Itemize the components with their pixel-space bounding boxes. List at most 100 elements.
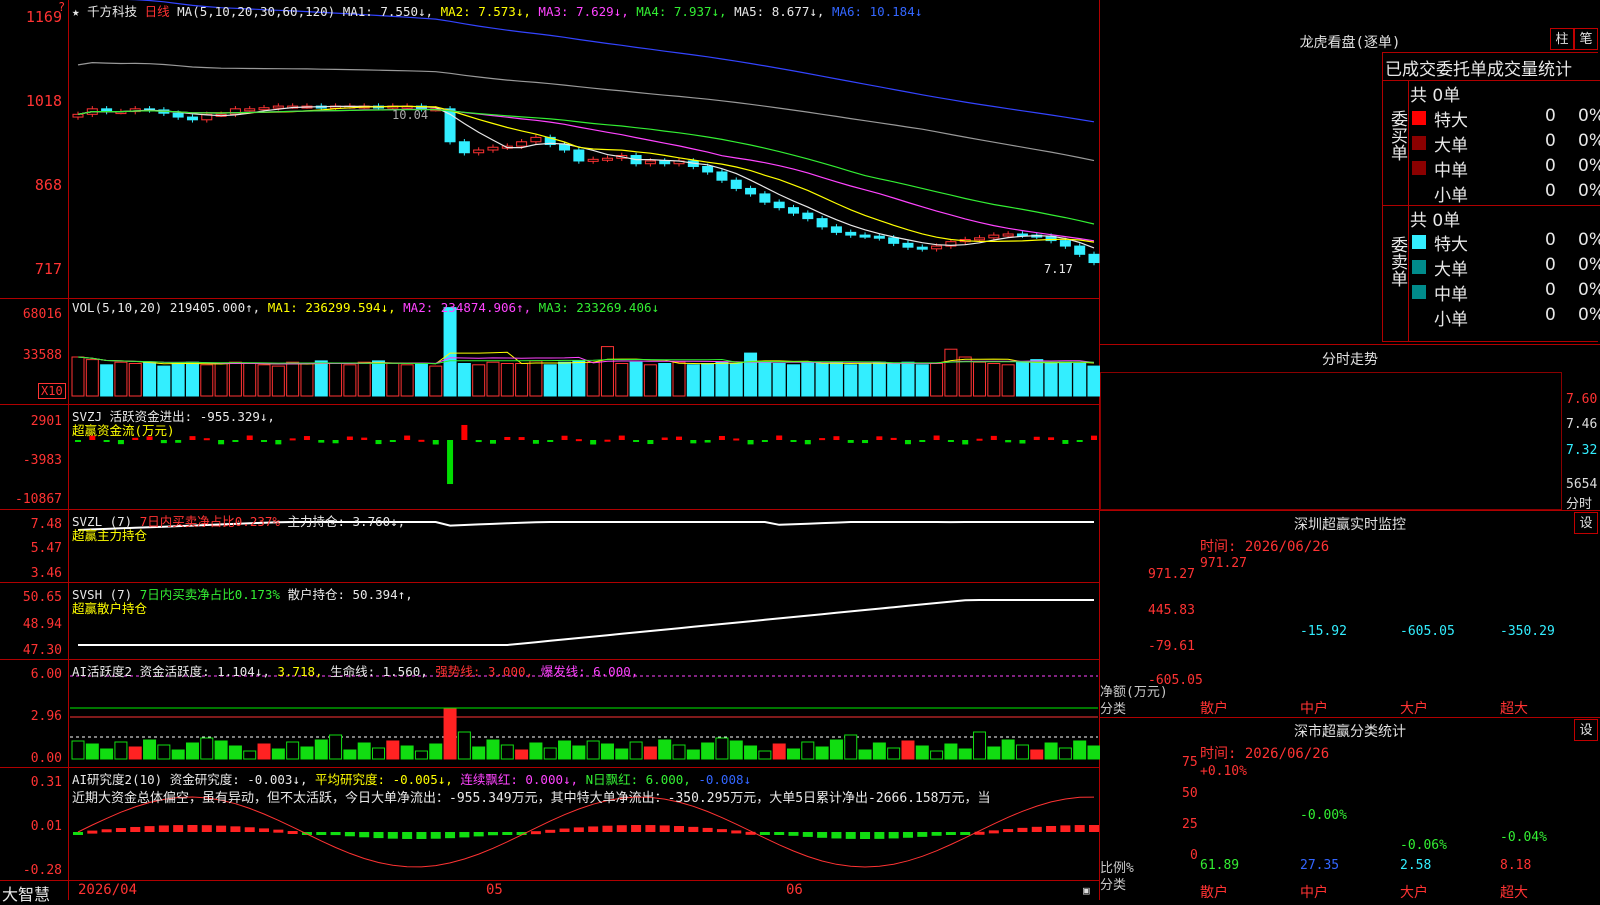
ai-research-bar [774,832,785,835]
ai-active-bar [701,742,715,760]
ai-research-text: 近期大资金总体偏空，虽有异动，但不太活跃，今日大单净流出：-955.349万元，… [72,791,991,806]
stroke-mode-button[interactable]: 笔 [1574,28,1598,50]
buy-swatch-0 [1412,111,1426,125]
candle-body [644,160,656,165]
candle-body [773,201,785,209]
volume-bar [85,359,99,397]
ai-active-bar [243,750,257,760]
mon-bar-label-4: -350.29 [1500,624,1555,639]
ai-active-bar [529,742,543,760]
candle-body [730,179,742,189]
ma-line-1 [77,105,1095,249]
volume-bar [600,346,614,397]
ai-active-bar [1015,744,1029,760]
svzj-bar [303,436,310,440]
brand-logo[interactable]: 大智慧 [2,881,50,905]
ai-research-bar [917,832,928,837]
ai-research-bar [1003,829,1014,833]
vol-unit[interactable]: X10 [38,383,66,399]
svzj-bar [332,440,339,444]
ai-active-bar [930,750,944,760]
ai-active-bar [71,740,85,760]
svzj-bar [1033,436,1040,440]
candle-body [845,231,857,236]
ai-active-bar [400,745,414,760]
ai-research-bar [344,832,355,837]
ai-active-bar [772,743,786,760]
buy-pct-0: 0% [1578,106,1600,126]
svzj-bar [1091,435,1097,440]
candle-body [787,207,799,214]
ai-active-bar [944,743,958,760]
ma1-value: MA1: 7.550↓, [342,4,434,19]
cls-bottom-3: 2.58 [1400,858,1432,873]
ai-research-bar [588,826,599,832]
mon-cls-label: 分类 [1100,702,1127,717]
bar-mode-button[interactable]: 柱 [1550,28,1574,50]
ai-active-a: 资金活跃度: 1.104↓, [139,664,270,679]
svzj-bar [346,436,353,440]
ai-active-bar [114,741,128,760]
volume-bar [300,363,314,397]
ai-research-bar [1060,825,1071,832]
svzj-bar [1019,440,1026,444]
ai-research-bar [960,832,971,835]
svzj-bar [289,438,296,441]
ai-research-bar [530,831,541,835]
cls-y-2: 50 [1182,786,1198,801]
volume-bar [286,361,300,397]
svzj-bar [647,440,654,445]
svzj-bar [275,440,282,445]
ai-research-c: 连续飘红: 0.000↓, [460,772,579,787]
candle-body [974,237,986,241]
volume-bar [271,365,285,397]
lock-icon[interactable]: ▣ [1083,884,1090,897]
volume-bar [815,363,829,397]
sell-pct-2: 0% [1578,280,1600,300]
ai-research-bar [645,825,656,832]
ai-active-bar [987,746,1001,760]
svzj-bar [447,440,454,485]
ai-research-line [77,796,1095,868]
volume-bar [500,363,514,397]
main-y-4: 717 [34,260,62,278]
fs-title: 分时走势 [1322,352,1378,368]
mon-cat-2: 中户 [1300,701,1328,717]
candle-body [573,149,585,162]
vol-ma2: MA2: 234874.906↑, [403,300,532,315]
period-label[interactable]: 日线 [145,4,170,19]
fs-vol: 5654 [1566,477,1598,492]
ai-research-bar [731,830,742,834]
fs-unit: 分时 [1566,497,1593,512]
candle-body [587,158,599,162]
svzj-bar [489,440,496,444]
fs-y-1: 7.60 [1566,392,1598,407]
svzj-bar [976,438,983,441]
svzj-bar [1048,437,1055,440]
svzj-bar [904,440,911,445]
svzj-bar [389,440,396,442]
star-icon[interactable]: ★ [72,4,80,19]
volume-bar [114,361,128,397]
volume-bar [629,361,643,397]
monitor-settings-button[interactable]: 设 [1574,512,1598,534]
volume-bar [472,364,486,397]
vol-ma1: MA1: 236299.594↓, [267,300,396,315]
svzl-y-2: 5.47 [30,541,62,556]
chart-canvas[interactable] [0,0,1100,900]
volume-bar [257,364,271,397]
candle-body [702,165,714,173]
ai-active-bar [1073,740,1087,760]
cls-settings-button[interactable]: 设 [1574,719,1598,741]
cls-top-2: -0.00% [1300,808,1347,823]
buy-side-label: 委买单 [1387,110,1407,161]
svzj-y-1: 2901 [30,414,62,429]
svzj-bar [475,440,482,443]
volume-bar [729,363,743,397]
ma4-value: MA4: 7.937↓, [636,4,727,19]
ai-research-bar [545,829,556,833]
ai-research-b: 平均研究度: -0.005↓, [315,772,453,787]
ai-active-bar [414,750,428,760]
ai-research-bar [988,830,999,834]
candle-body [172,112,184,118]
